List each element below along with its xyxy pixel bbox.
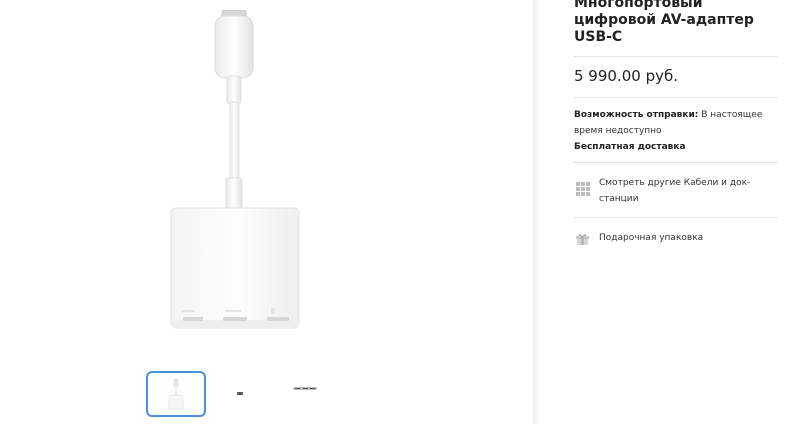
shipping-info: Возможность отправки: В настоящее время …	[574, 107, 774, 155]
product-image	[170, 10, 300, 329]
adapter-side-thumbnail-icon	[237, 392, 243, 395]
separator	[573, 162, 778, 163]
adapter-thumbnail-icon	[168, 378, 184, 410]
thumbnail-front-view[interactable]	[146, 371, 206, 417]
product-price: 5 990.00 руб.	[574, 67, 678, 85]
adapter-ports-thumbnail-icon	[293, 387, 317, 390]
separator	[573, 217, 778, 218]
browse-related-text[interactable]: Смотреть другие Кабели и док- станции	[599, 175, 779, 207]
column-divider	[533, 0, 541, 424]
separator	[573, 97, 778, 98]
product-title-line-3: USB-C	[574, 29, 623, 45]
browse-related-line-1[interactable]: Смотреть другие Кабели и док-	[599, 178, 750, 188]
browse-related-line-2[interactable]: станции	[599, 194, 638, 204]
thumbnail-strip	[146, 371, 336, 419]
separator	[573, 56, 778, 57]
shipping-label: Возможность отправки:	[574, 110, 699, 120]
product-title-line-2: цифровой AV-адаптер	[574, 12, 754, 28]
shipping-value: В настоящее	[701, 110, 763, 120]
product-gallery	[0, 0, 533, 424]
gift-wrap-link[interactable]: Подарочная упаковка	[573, 230, 778, 248]
shipping-value-cont: время недоступно	[574, 126, 662, 136]
free-delivery-text: Бесплатная доставка	[574, 142, 686, 152]
gift-icon	[576, 234, 589, 245]
grid-icon	[576, 182, 590, 196]
gift-wrap-text[interactable]: Подарочная упаковка	[599, 230, 779, 246]
thumbnail-ports-view[interactable]	[292, 371, 318, 417]
product-title: Многопортовый цифровой AV-адаптер USB-C	[574, 0, 779, 46]
thumbnail-side-view[interactable]	[234, 371, 246, 417]
browse-related-link[interactable]: Смотреть другие Кабели и док- станции	[573, 175, 778, 211]
product-title-line-1: Многопортовый	[574, 0, 703, 11]
